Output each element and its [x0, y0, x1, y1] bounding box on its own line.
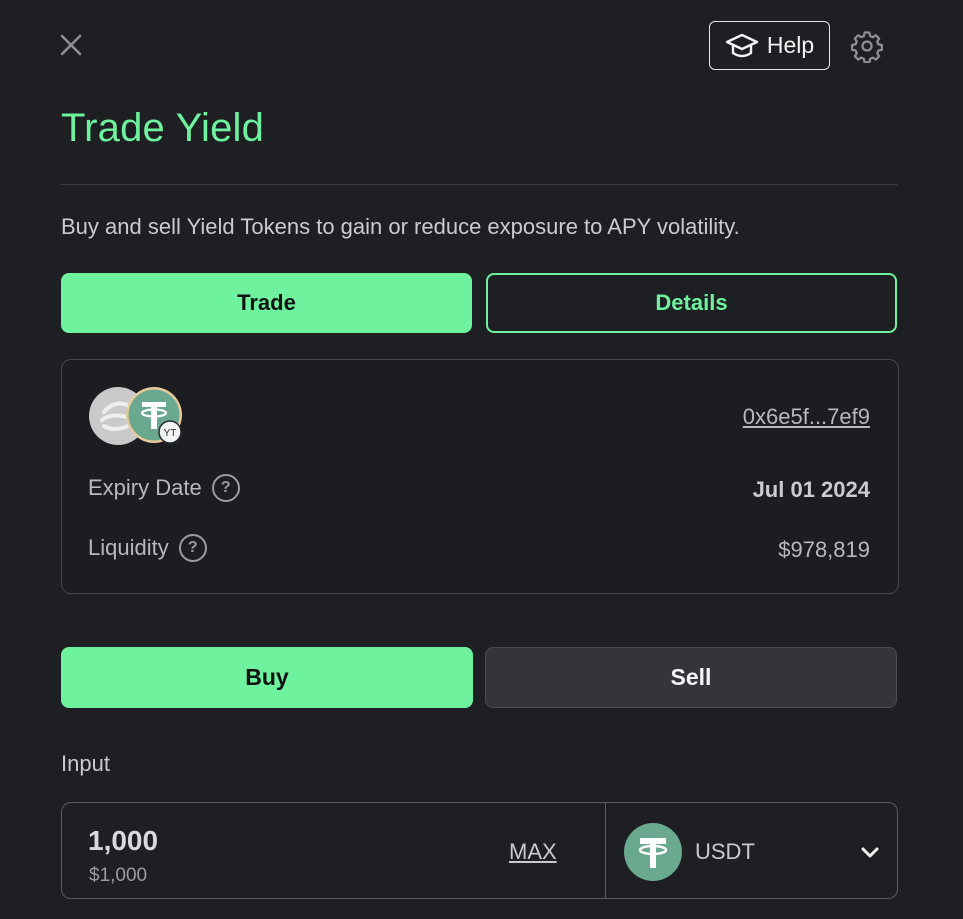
trade-yield-panel: Help Trade Yield Buy and sell Yield Toke…	[0, 0, 963, 919]
divider	[61, 184, 898, 185]
chevron-down-icon	[861, 847, 879, 858]
max-button[interactable]: MAX	[509, 839, 557, 865]
close-icon	[60, 34, 82, 56]
expiry-date-row: Expiry Date ?	[88, 474, 240, 502]
tab-trade[interactable]: Trade	[61, 273, 472, 333]
tab-details[interactable]: Details	[486, 273, 897, 333]
liquidity-row: Liquidity ?	[88, 534, 207, 562]
help-label: Help	[766, 32, 815, 58]
gear-icon	[850, 31, 884, 63]
amount-usd-value: $1,000	[89, 865, 148, 886]
token-name: USDT	[695, 839, 755, 864]
close-button[interactable]	[56, 30, 86, 60]
settings-button[interactable]	[849, 28, 885, 64]
token-pair-icons: YT	[88, 386, 188, 446]
amount-input-box: 1,000 $1,000 MAX USDT	[61, 802, 898, 899]
amount-input[interactable]: 1,000	[88, 825, 158, 857]
graduation-cap-icon	[725, 33, 759, 57]
liquidity-label: Liquidity	[88, 535, 169, 560]
expiry-label: Expiry Date	[88, 475, 202, 500]
page-title: Trade Yield	[61, 106, 265, 150]
liquidity-value: $978,819	[778, 537, 870, 562]
help-button[interactable]: Help	[709, 21, 830, 70]
buy-button[interactable]: Buy	[61, 647, 473, 708]
contract-address-link[interactable]: 0x6e5f...7ef9	[743, 404, 870, 430]
page-subtitle: Buy and sell Yield Tokens to gain or red…	[61, 214, 740, 239]
expiry-value: Jul 01 2024	[752, 477, 870, 502]
token-select[interactable]: USDT	[606, 803, 897, 898]
help-icon[interactable]: ?	[211, 474, 240, 502]
yt-badge: YT	[158, 420, 182, 444]
help-icon[interactable]: ?	[178, 534, 207, 562]
input-label: Input	[61, 751, 110, 776]
pool-info-card: YT 0x6e5f...7ef9 Expiry Date ? Jul 01 20…	[61, 359, 899, 594]
sell-button[interactable]: Sell	[485, 647, 897, 708]
svg-text:YT: YT	[164, 428, 177, 439]
usdt-icon	[624, 823, 682, 881]
